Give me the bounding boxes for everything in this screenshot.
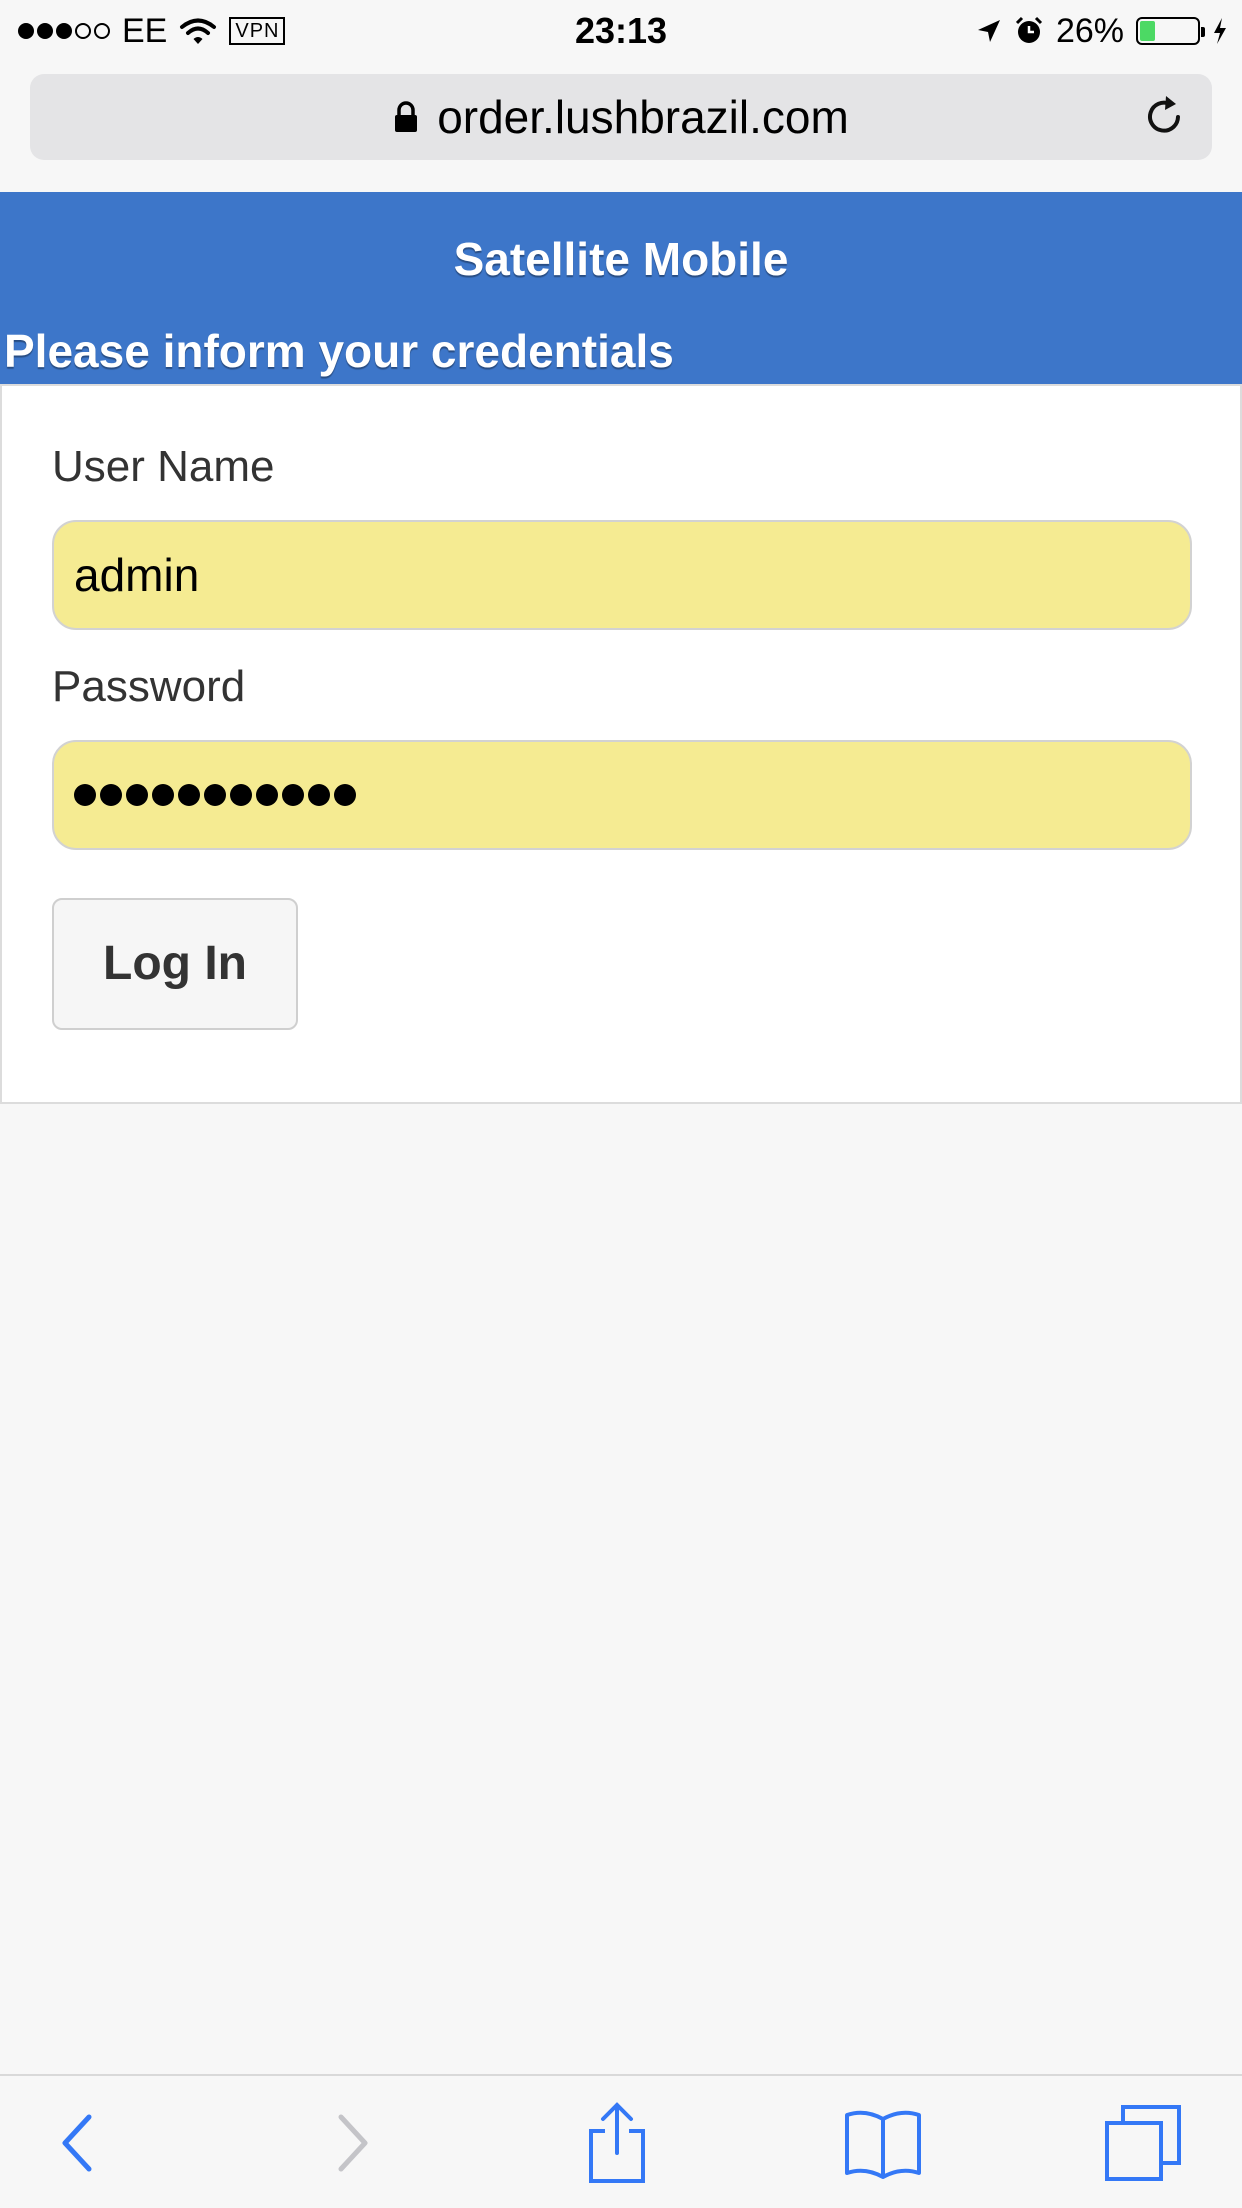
username-field[interactable]: admin [52,520,1192,630]
password-field[interactable] [52,740,1192,850]
login-form: User Name admin Password Log In [0,384,1242,1104]
address-bar[interactable]: order.lushbrazil.com [30,74,1212,160]
tabs-button[interactable] [1098,2098,1188,2188]
share-icon [589,2102,645,2183]
location-arrow-icon [977,20,1000,42]
password-dot [204,784,226,806]
login-button[interactable]: Log In [52,898,298,1030]
browser-address-area: order.lushbrazil.com [0,62,1242,192]
charging-bolt-icon [1214,18,1226,44]
app-header: Satellite Mobile Please inform your cred… [0,192,1242,384]
password-dot [100,784,122,806]
password-label: Password [52,662,246,711]
password-dot [126,784,148,806]
password-dot [256,784,278,806]
browser-toolbar [0,2074,1242,2208]
battery-icon [1136,17,1205,45]
password-dot [152,784,174,806]
back-button[interactable] [32,2098,122,2188]
bookmarks-button[interactable] [838,2098,928,2188]
lock-icon [395,101,418,132]
password-dot [334,784,356,806]
page-subtitle: Please inform your credentials [4,325,674,377]
status-right: 26% [976,8,1228,54]
reload-icon[interactable] [1140,92,1190,142]
share-button[interactable] [572,2098,662,2188]
password-dot [74,784,96,806]
tabs-icon [1105,2105,1181,2181]
url-text: order.lushbrazil.com [437,91,849,143]
alarm-icon [1015,16,1042,43]
battery-percent: 26% [1055,11,1124,50]
username-value: admin [74,549,200,601]
password-dot [230,784,252,806]
password-mask [74,742,1190,848]
password-dot [178,784,200,806]
password-dot [282,784,304,806]
back-icon [62,2114,92,2172]
forward-icon [338,2114,368,2172]
bookmarks-icon [845,2110,921,2179]
forward-button[interactable] [308,2098,398,2188]
password-dot [308,784,330,806]
page-title: Satellite Mobile [453,233,789,285]
status-bar: EE VPN 23:13 26% [0,0,1242,62]
username-label: User Name [52,442,275,491]
